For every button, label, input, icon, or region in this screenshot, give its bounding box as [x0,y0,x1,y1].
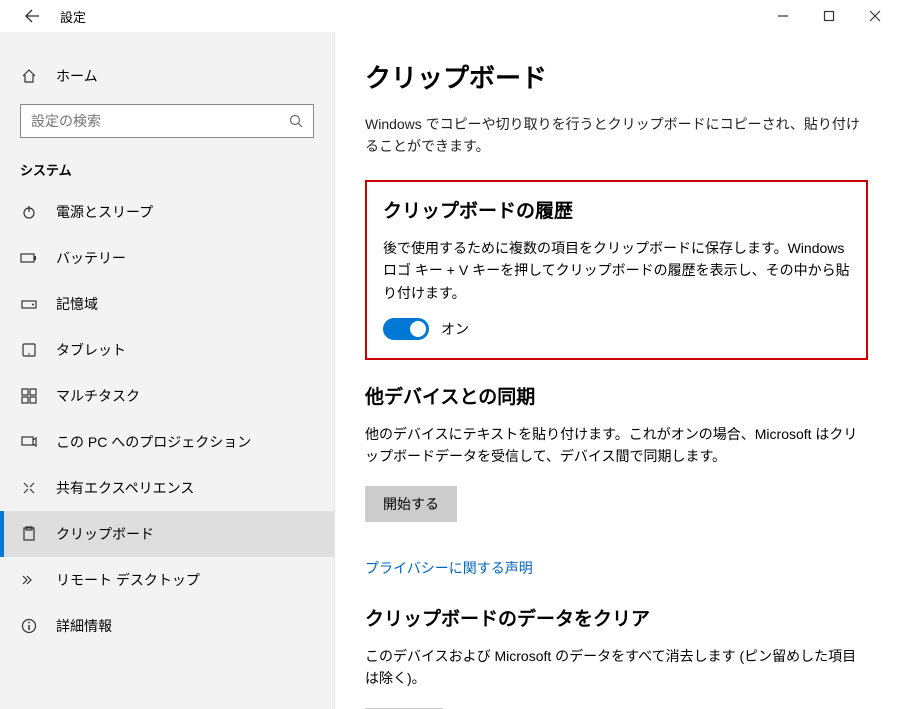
info-icon [20,618,38,634]
back-button[interactable] [16,0,48,32]
power-icon [20,204,38,220]
sidebar-item-6[interactable]: 共有エクスペリエンス [0,465,334,511]
clear-section: クリップボードのデータをクリア このデバイスおよび Microsoft のデータ… [365,604,868,709]
maximize-button[interactable] [806,0,852,32]
sidebar-item-label: 記憶域 [56,294,98,314]
sidebar-item-3[interactable]: タブレット [0,327,334,373]
sidebar-item-label: この PC へのプロジェクション [56,432,251,452]
sidebar-item-label: 共有エクスペリエンス [56,478,194,498]
search-icon [289,114,303,128]
sidebar-item-1[interactable]: バッテリー [0,235,334,281]
page-title: クリップボード [365,58,868,95]
remote-icon [20,572,38,588]
clear-title: クリップボードのデータをクリア [365,604,868,631]
sidebar-item-label: 電源とスリープ [56,202,153,222]
page-intro: Windows でコピーや切り取りを行うとクリップボードにコピーされ、貼り付ける… [365,113,868,158]
category-header: システム [0,150,334,189]
clear-desc: このデバイスおよび Microsoft のデータをすべて消去します (ピン留めし… [365,645,868,690]
close-button[interactable] [852,0,898,32]
minimize-button[interactable] [760,0,806,32]
storage-icon [20,296,38,312]
home-label: ホーム [56,66,98,86]
sync-section: 他デバイスとの同期 他のデバイスにテキストを貼り付けます。これがオンの場合、Mi… [365,382,868,540]
sidebar-item-label: 詳細情報 [56,616,112,636]
multitask-icon [20,388,38,404]
sidebar-item-9[interactable]: 詳細情報 [0,603,334,649]
shared-icon [20,480,38,496]
tablet-icon [20,342,38,358]
sidebar-item-8[interactable]: リモート デスクトップ [0,557,334,603]
minimize-icon [777,10,789,22]
clipboard-history-section: クリップボードの履歴 後で使用するために複数の項目をクリップボードに保存します。… [365,180,868,360]
content-area: クリップボード Windows でコピーや切り取りを行うとクリップボードにコピー… [335,32,898,709]
history-toggle[interactable] [383,318,429,340]
sidebar-item-4[interactable]: マルチタスク [0,373,334,419]
privacy-link[interactable]: プライバシーに関する声明 [365,558,533,578]
maximize-icon [823,10,835,22]
sidebar-item-7[interactable]: クリップボード [0,511,334,557]
window-controls [0,0,898,32]
sidebar: ホーム システム 電源とスリープバッテリー記憶域タブレットマルチタスクこの PC… [0,32,335,709]
titlebar: 設定 [0,0,86,32]
history-toggle-label: オン [441,319,469,339]
sync-title: 他デバイスとの同期 [365,382,868,409]
battery-icon [20,250,38,266]
search-input[interactable] [31,113,289,129]
window-title: 設定 [60,7,86,26]
sync-start-button[interactable]: 開始する [365,486,457,522]
history-title: クリップボードの履歴 [383,196,850,223]
sidebar-item-label: タブレット [56,340,126,360]
history-desc: 後で使用するために複数の項目をクリップボードに保存します。Windows ロゴ … [383,237,850,304]
projection-icon [20,434,38,450]
sidebar-item-label: バッテリー [56,248,126,268]
sidebar-item-label: マルチタスク [56,386,140,406]
sidebar-item-0[interactable]: 電源とスリープ [0,189,334,235]
sidebar-item-label: クリップボード [56,524,154,544]
search-box[interactable] [20,104,314,138]
sidebar-item-5[interactable]: この PC へのプロジェクション [0,419,334,465]
arrow-left-icon [24,8,40,24]
home-nav[interactable]: ホーム [0,58,334,94]
sync-desc: 他のデバイスにテキストを貼り付けます。これがオンの場合、Microsoft はク… [365,423,868,468]
sidebar-item-label: リモート デスクトップ [56,570,200,590]
close-icon [869,10,881,22]
sidebar-item-2[interactable]: 記憶域 [0,281,334,327]
clipboard-icon [20,526,38,542]
home-icon [20,68,38,84]
